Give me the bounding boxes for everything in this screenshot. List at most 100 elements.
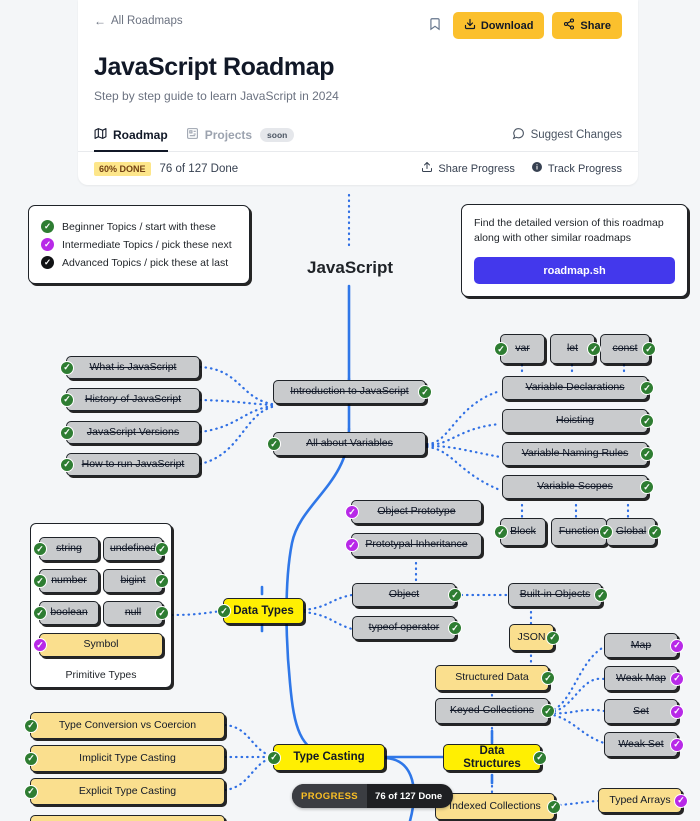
status-check-icon[interactable]: ✓ [24,718,38,733]
node-variable-naming-rules[interactable]: ✓ Variable Naming Rules [502,442,654,466]
status-check-icon[interactable]: ✓ [674,793,688,808]
status-check-icon[interactable]: ✓ [533,750,547,765]
status-check-icon[interactable]: ✓ [418,385,432,399]
status-check-icon[interactable]: ✓ [155,574,169,588]
status-check-icon[interactable]: ✓ [546,630,560,645]
node-javascript-versions[interactable]: ✓ JavaScript Versions [60,421,200,444]
roadmap-sh-button[interactable]: roadmap.sh [474,257,675,285]
node-data-structures[interactable]: ✓ Data Structures [443,744,547,771]
node-what-is-javascript[interactable]: ✓ What is JavaScript [60,356,200,379]
status-check-icon[interactable]: ✓ [267,437,281,451]
node-type-conversion-vs-coercion[interactable]: ✓ Type Conversion vs Coercion [24,712,225,739]
node-block[interactable]: ✓ Block [494,518,546,546]
node-string[interactable]: ✓ string [33,537,99,561]
node-object-prototype[interactable]: ✓ Object Prototype [345,500,482,524]
status-check-icon[interactable]: ✓ [60,457,74,472]
node-prototypal-inheritance[interactable]: ✓ Prototypal Inheritance [345,533,482,557]
node-data-types[interactable]: ✓ Data Types [217,598,304,624]
status-check-icon[interactable]: ✓ [547,799,561,814]
status-check-icon[interactable]: ✓ [345,505,359,519]
status-check-icon[interactable]: ✓ [60,392,74,407]
node-number[interactable]: ✓ number [33,569,99,593]
node-typeof-operator[interactable]: ✓ typeof operator [352,616,462,640]
tab-projects[interactable]: Projects soon [186,118,295,151]
status-check-icon[interactable]: ✓ [494,525,508,539]
node-all-about-variables[interactable]: ✓ All about Variables [267,432,426,456]
node-bottom-partial[interactable] [30,815,225,821]
status-check-icon[interactable]: ✓ [217,604,231,618]
node-label: let [566,342,579,355]
status-check-icon[interactable]: ✓ [599,525,613,539]
node-implicit-type-casting[interactable]: ✓ Implicit Type Casting [24,745,225,772]
node-variable-declarations[interactable]: ✓ Variable Declarations [502,376,654,400]
status-check-icon[interactable]: ✓ [541,704,555,718]
node-boolean[interactable]: ✓ boolean [33,601,99,625]
status-check-icon[interactable]: ✓ [494,342,508,356]
node-variable-scopes[interactable]: ✓ Variable Scopes [502,475,654,499]
status-check-icon[interactable]: ✓ [155,606,169,620]
node-json[interactable]: ✓ JSON [509,624,560,651]
status-check-icon[interactable]: ✓ [60,425,74,440]
node-type-casting[interactable]: ✓ Type Casting [267,744,385,771]
node-map[interactable]: ✓ Map [604,633,684,658]
node-object[interactable]: ✓ Object [352,583,462,607]
status-check-icon[interactable]: ✓ [24,784,38,799]
node-keyed-collections[interactable]: ✓ Keyed Collections [435,698,555,724]
status-check-icon[interactable]: ✓ [33,574,47,588]
status-check-icon[interactable]: ✓ [640,414,654,428]
node-const[interactable]: ✓ const [600,334,656,364]
share-button[interactable]: Share [552,12,622,39]
node-set[interactable]: ✓ Set [604,699,684,724]
share-progress-button[interactable]: Share Progress [421,161,515,176]
node-hoisting[interactable]: ✓ Hoisting [502,409,654,433]
status-check-icon[interactable]: ✓ [648,525,662,539]
bookmark-button[interactable] [425,14,445,37]
node-weak-map[interactable]: ✓ Weak Map [604,666,684,691]
back-to-all-roadmaps-link[interactable]: ← All Roadmaps [94,12,183,27]
status-check-icon[interactable]: ✓ [33,638,47,652]
status-check-icon[interactable]: ✓ [345,538,359,552]
status-check-icon[interactable]: ✓ [670,704,684,719]
status-check-icon[interactable]: ✓ [448,621,462,635]
track-progress-button[interactable]: Track Progress [531,161,622,176]
node-structured-data[interactable]: ✓ Structured Data [435,665,555,691]
status-check-icon[interactable]: ✓ [448,588,462,602]
status-check-icon[interactable]: ✓ [640,480,654,494]
node-function[interactable]: ✓ Function [551,518,613,546]
status-check-icon[interactable]: ✓ [640,381,654,395]
node-bigint[interactable]: ✓ bigint [103,569,169,593]
node-typed-arrays[interactable]: ✓ Typed Arrays [598,788,688,813]
status-check-icon[interactable]: ✓ [642,342,656,356]
node-introduction-to-javascript[interactable]: ✓ Introduction to JavaScript [273,380,432,404]
node-weak-set[interactable]: ✓ Weak Set [604,732,684,757]
status-check-icon[interactable]: ✓ [33,606,47,620]
download-button[interactable]: Download [452,12,545,39]
node-how-to-run-javascript[interactable]: ✓ How to run JavaScript [60,453,200,476]
tab-roadmap[interactable]: Roadmap [94,118,168,152]
node-undefined[interactable]: ✓ undefined [103,537,169,561]
status-check-icon[interactable]: ✓ [587,342,601,356]
node-indexed-collections[interactable]: ✓ Indexed Collections [435,793,561,820]
status-check-icon[interactable]: ✓ [24,751,38,766]
status-check-icon[interactable]: ✓ [670,671,684,686]
node-null[interactable]: ✓ null [103,601,169,625]
node-built-in-objects[interactable]: ✓ Built-in Objects [508,583,608,607]
status-check-icon[interactable]: ✓ [155,542,169,556]
status-check-icon[interactable]: ✓ [670,737,684,752]
status-check-icon[interactable]: ✓ [640,447,654,461]
status-check-icon[interactable]: ✓ [60,360,74,375]
status-check-icon[interactable]: ✓ [594,588,608,602]
status-check-icon[interactable]: ✓ [670,638,684,653]
node-var[interactable]: ✓ var [494,334,545,364]
node-history-of-javascript[interactable]: ✓ History of JavaScript [60,388,200,411]
status-check-icon[interactable]: ✓ [267,750,281,765]
node-symbol[interactable]: ✓ Symbol [33,633,163,657]
suggest-changes-button[interactable]: Suggest Changes [512,127,622,143]
status-check-icon[interactable]: ✓ [33,542,47,556]
roadmap-canvas[interactable]: ✓ Beginner Topics / start with these ✓ I… [0,183,700,821]
progress-pill[interactable]: PROGRESS 76 of 127 Done [292,784,454,808]
node-global[interactable]: ✓ Global [606,518,662,546]
node-let[interactable]: ✓ let [550,334,601,364]
status-check-icon[interactable]: ✓ [541,671,555,685]
node-explicit-type-casting[interactable]: ✓ Explicit Type Casting [24,778,225,805]
